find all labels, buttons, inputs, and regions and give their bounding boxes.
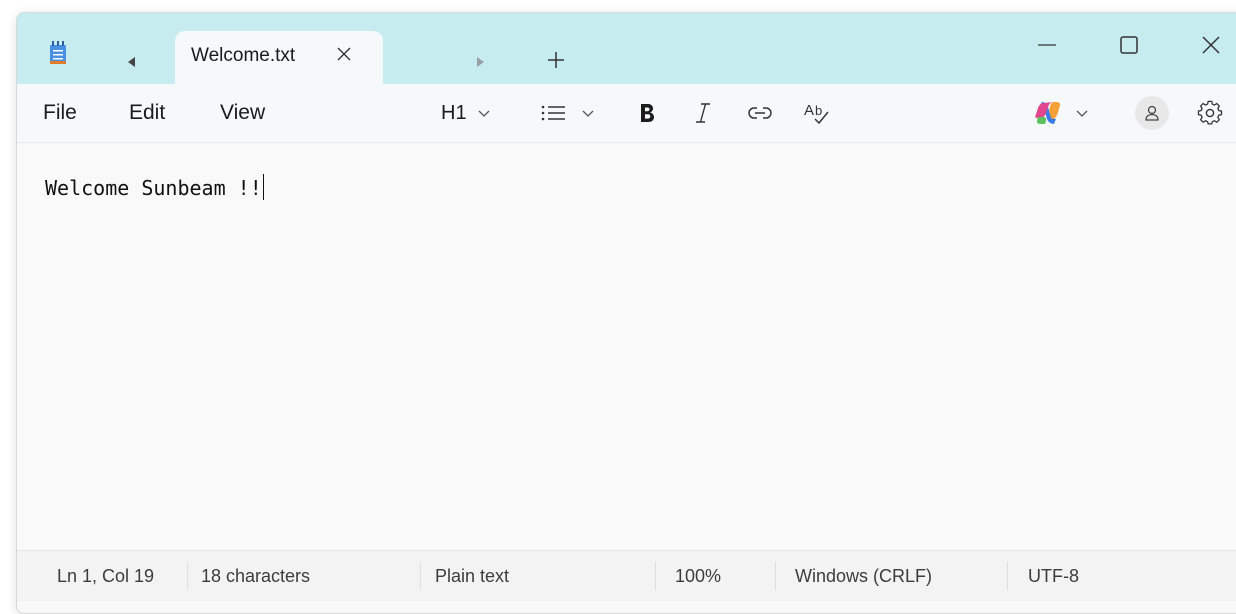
close-icon — [337, 47, 351, 61]
minimize-icon — [1038, 44, 1056, 46]
chevron-down-icon — [478, 110, 490, 117]
tab-close-button[interactable] — [333, 43, 355, 65]
heading-label: H1 — [441, 101, 467, 124]
svg-text:A: A — [804, 102, 814, 119]
triangle-left-icon — [128, 57, 135, 67]
chevron-down-icon — [582, 110, 594, 117]
status-format[interactable]: Plain text — [435, 566, 509, 587]
status-separator — [655, 562, 656, 590]
account-button[interactable] — [1135, 96, 1169, 130]
tab-scroll-right-button[interactable] — [469, 51, 491, 73]
close-window-button[interactable] — [1189, 25, 1233, 65]
status-line-ending[interactable]: Windows (CRLF) — [795, 566, 932, 587]
person-icon — [1145, 105, 1159, 121]
menu-view[interactable]: View — [220, 101, 265, 125]
tab-scroll-left-button[interactable] — [121, 51, 143, 73]
close-icon — [1202, 36, 1220, 54]
link-button[interactable] — [747, 96, 773, 130]
chevron-down-icon — [1076, 110, 1088, 117]
title-bar: Welcome.txt — [17, 13, 1236, 85]
status-bar: Ln 1, Col 19 18 characters Plain text 10… — [17, 550, 1236, 601]
status-encoding[interactable]: UTF-8 — [1028, 566, 1079, 587]
editor-content: Welcome Sunbeam !! — [45, 176, 262, 200]
notepad-window: Welcome.txt File Edit View H1 A b Welcom… — [16, 12, 1236, 614]
settings-button[interactable] — [1197, 96, 1223, 130]
bold-icon — [641, 104, 654, 122]
spellcheck-icon: A b — [804, 102, 829, 125]
italic-button[interactable] — [693, 96, 713, 130]
status-separator — [775, 562, 776, 590]
copilot-button[interactable] — [1033, 96, 1089, 130]
copilot-icon — [1035, 102, 1061, 124]
status-characters: 18 characters — [201, 566, 311, 586]
menu-edit[interactable]: Edit — [129, 101, 165, 125]
plus-icon — [548, 52, 564, 68]
new-tab-button[interactable] — [541, 45, 571, 75]
gear-icon — [1197, 100, 1223, 125]
triangle-right-icon — [477, 57, 484, 67]
status-position[interactable]: Ln 1, Col 19 — [57, 566, 154, 587]
list-icon — [541, 105, 565, 121]
italic-icon — [696, 103, 710, 123]
link-icon — [748, 107, 772, 119]
tab-welcome[interactable]: Welcome.txt — [175, 31, 383, 85]
minimize-button[interactable] — [1025, 25, 1069, 65]
tab-title: Welcome.txt — [191, 45, 296, 66]
text-editor[interactable]: Welcome Sunbeam !! — [17, 143, 1236, 549]
status-separator — [187, 562, 188, 590]
list-dropdown[interactable] — [541, 96, 595, 130]
spellcheck-button[interactable]: A b — [803, 96, 831, 130]
status-separator — [1007, 562, 1008, 590]
menu-file[interactable]: File — [43, 101, 77, 125]
heading-dropdown[interactable]: H1 — [441, 96, 491, 130]
text-caret — [262, 174, 264, 200]
maximize-button[interactable] — [1107, 25, 1151, 65]
editor-text: Welcome Sunbeam !! — [45, 174, 264, 200]
bold-button[interactable] — [637, 96, 657, 130]
svg-text:b: b — [815, 103, 822, 118]
maximize-icon — [1120, 36, 1138, 54]
status-separator — [420, 562, 421, 590]
menu-bar: File Edit View H1 A b — [17, 84, 1236, 143]
notepad-icon — [49, 41, 67, 67]
status-zoom[interactable]: 100% — [675, 566, 721, 587]
